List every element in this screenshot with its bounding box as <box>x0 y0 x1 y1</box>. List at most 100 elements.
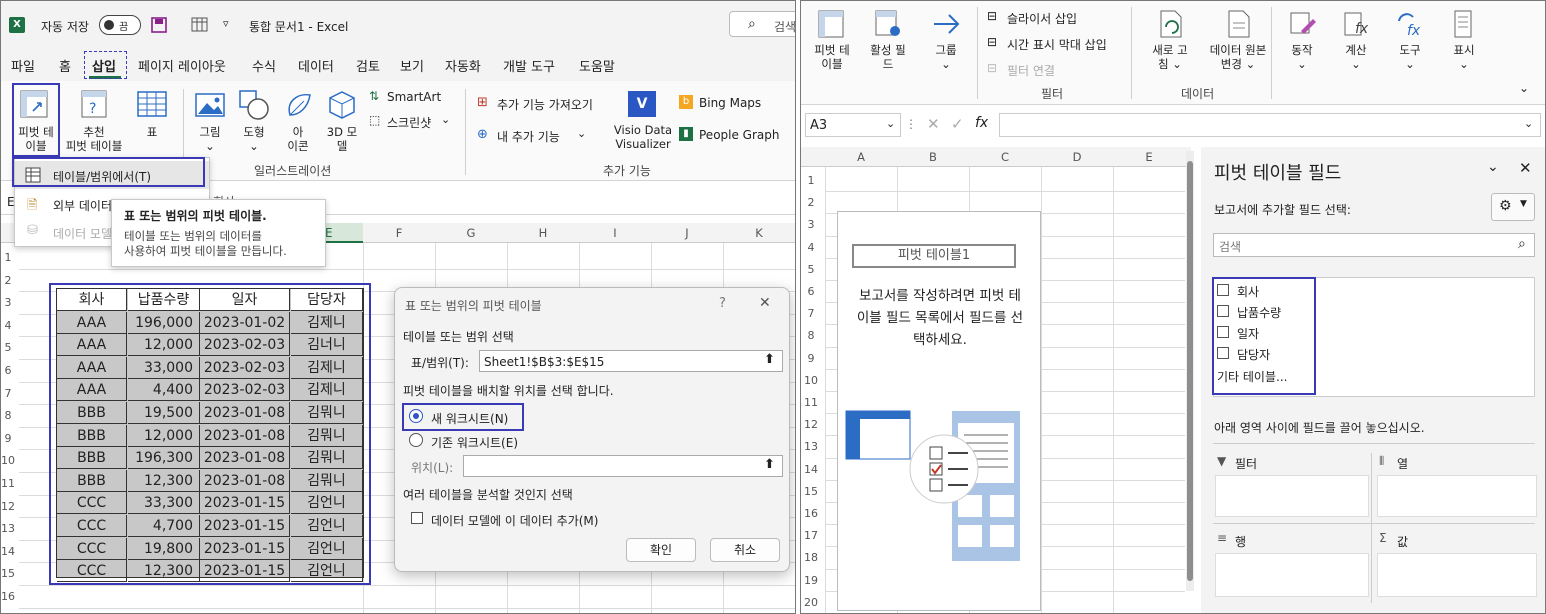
table-cell[interactable]: 2023-02-03 <box>200 356 290 379</box>
table-cell[interactable]: 김제니 <box>291 356 363 379</box>
column-header[interactable]: G <box>441 226 501 240</box>
table-cell[interactable]: 12,300 <box>128 560 200 583</box>
shapes-button[interactable]: 도형 ⌄ <box>235 85 273 157</box>
column-header[interactable]: F <box>369 226 429 240</box>
tab-page-layout[interactable]: 페이지 레이아웃 <box>138 56 226 75</box>
row-number[interactable]: 8 <box>801 329 821 342</box>
column-header[interactable]: D <box>1041 150 1113 164</box>
show-button[interactable]: 표시 ⌄ <box>1439 7 1489 77</box>
table-cell[interactable]: CCC <box>57 515 127 537</box>
icons-button[interactable]: 아 이콘 <box>279 85 317 157</box>
field-search-input[interactable]: 검색 ⌕ <box>1213 233 1535 257</box>
column-header[interactable]: B <box>897 150 969 164</box>
row-number[interactable]: 2 <box>1 274 15 287</box>
row-number[interactable]: 16 <box>801 507 821 520</box>
table-cell[interactable]: 2023-01-08 <box>200 469 290 492</box>
save-icon[interactable] <box>151 17 167 33</box>
field-item[interactable]: 납품수량 <box>1217 302 1297 320</box>
table-cell[interactable]: AAA <box>57 311 127 334</box>
column-header[interactable]: I <box>585 226 645 240</box>
row-number[interactable]: 6 <box>801 285 821 298</box>
menu-item-datamodel[interactable]: ⛁ 데이터 모델 <box>15 221 115 243</box>
field-item[interactable]: 일자 <box>1217 323 1297 341</box>
values-area[interactable]: Σ 값 <box>1377 531 1537 597</box>
3d-models-button[interactable]: 3D 모 델 <box>323 85 361 157</box>
filter-area[interactable]: ▼ 필터 <box>1215 453 1369 517</box>
table-cell[interactable]: 12,000 <box>128 424 200 447</box>
collapse-dialog-icon[interactable]: ⬆ <box>764 457 775 472</box>
row-number[interactable]: 1 <box>1 251 15 264</box>
column-header[interactable]: J <box>657 226 717 240</box>
row-number[interactable]: 13 <box>801 440 821 453</box>
row-number[interactable]: 5 <box>801 263 821 276</box>
table-header-cell[interactable]: 납품수량 <box>128 289 200 311</box>
table-cell[interactable]: AAA <box>57 379 127 402</box>
change-source-button[interactable]: 데이터 원본 변경 ⌄ <box>1203 7 1273 77</box>
pivot-table-options-button[interactable]: 피벗 테 이블 <box>809 7 855 77</box>
table-cell[interactable]: 4,700 <box>128 515 200 537</box>
rows-area[interactable]: ≡ 행 <box>1215 531 1369 597</box>
row-number[interactable]: 14 <box>801 463 821 476</box>
table-cell[interactable]: 2023-01-15 <box>200 560 290 583</box>
ok-button[interactable]: 확인 <box>626 538 696 562</box>
column-header[interactable]: A <box>825 150 897 164</box>
tab-file[interactable]: 파일 <box>11 56 35 75</box>
table-cell[interactable]: 2023-01-08 <box>200 402 290 424</box>
cancel-entry-icon[interactable]: ✕ <box>927 115 940 133</box>
table-cell[interactable]: 2023-01-02 <box>200 311 290 334</box>
picture-button[interactable]: 그림 ⌄ <box>191 85 229 157</box>
menu-item-from-table[interactable]: 테이블/범위에서(T) <box>15 161 209 189</box>
row-number[interactable]: 19 <box>801 574 821 587</box>
table-cell[interactable]: 2023-02-03 <box>200 334 290 357</box>
insert-timeline-button[interactable]: ⊟ 시간 표시 막대 삽입 <box>987 35 1137 53</box>
refresh-button[interactable]: 새로 고 침 ⌄ <box>1137 7 1203 77</box>
my-addins-button[interactable]: ⊕ 내 추가 기능 ⌄ <box>477 127 597 145</box>
more-tables-link[interactable]: 기타 테이블... <box>1217 368 1287 385</box>
table-cell[interactable]: 김뭐니 <box>291 402 363 424</box>
table-cell[interactable]: 33,300 <box>128 492 200 515</box>
autosave-toggle[interactable]: 끔 <box>99 15 141 35</box>
table-cell[interactable]: 2023-01-15 <box>200 492 290 515</box>
columns-area[interactable]: ⦀ 열 <box>1377 453 1537 517</box>
column-header[interactable]: K <box>729 226 789 240</box>
row-number[interactable]: 8 <box>1 409 15 422</box>
table-cell[interactable]: 2023-01-08 <box>200 447 290 470</box>
row-number[interactable]: 14 <box>1 545 15 558</box>
cancel-button[interactable]: 취소 <box>710 538 780 562</box>
table-cell[interactable]: 12,300 <box>128 469 200 492</box>
table-header-cell[interactable]: 회사 <box>57 289 127 311</box>
column-header[interactable]: C <box>969 150 1041 164</box>
table-cell[interactable]: 196,000 <box>128 311 200 334</box>
table-quick-icon[interactable] <box>191 16 209 34</box>
column-header[interactable]: E <box>1113 150 1185 164</box>
row-number[interactable]: 13 <box>1 522 15 535</box>
table-cell[interactable]: 12,000 <box>128 334 200 357</box>
insert-slicer-button[interactable]: ⊟ 슬라이서 삽입 <box>987 9 1127 27</box>
table-header-cell[interactable]: 일자 <box>200 289 290 311</box>
table-cell[interactable]: BBB <box>57 402 127 424</box>
column-header[interactable]: H <box>513 226 573 240</box>
table-cell[interactable]: 2023-02-03 <box>200 379 290 402</box>
row-number[interactable]: 15 <box>801 485 821 498</box>
actions-button[interactable]: 동작 ⌄ <box>1277 7 1327 77</box>
smartart-button[interactable]: ⇅ SmartArt <box>369 89 459 105</box>
collapse-dialog-icon[interactable]: ⬆ <box>764 352 775 367</box>
table-cell[interactable]: CCC <box>57 537 127 560</box>
row-number[interactable]: 18 <box>801 551 821 564</box>
tab-automate[interactable]: 자동화 <box>445 56 481 75</box>
table-cell[interactable]: 김뭐니 <box>291 447 363 470</box>
table-cell[interactable]: AAA <box>57 356 127 379</box>
close-icon[interactable]: ✕ <box>759 295 771 311</box>
table-cell[interactable]: 2023-01-15 <box>200 515 290 537</box>
table-cell[interactable]: 4,400 <box>128 379 200 402</box>
row-number[interactable]: 16 <box>1 590 15 603</box>
table-cell[interactable]: BBB <box>57 447 127 470</box>
get-addins-button[interactable]: ⊞ 추가 기능 가져오기 <box>477 95 607 113</box>
row-number[interactable]: 3 <box>801 218 821 231</box>
table-cell[interactable]: 김언니 <box>291 515 363 537</box>
row-number[interactable]: 10 <box>1 454 15 467</box>
bing-maps-button[interactable]: b Bing Maps <box>679 95 789 113</box>
filter-connections-button[interactable]: ⊟ 필터 연결 <box>987 61 1107 79</box>
row-number[interactable]: 10 <box>801 374 821 387</box>
confirm-entry-icon[interactable]: ✓ <box>951 115 964 133</box>
